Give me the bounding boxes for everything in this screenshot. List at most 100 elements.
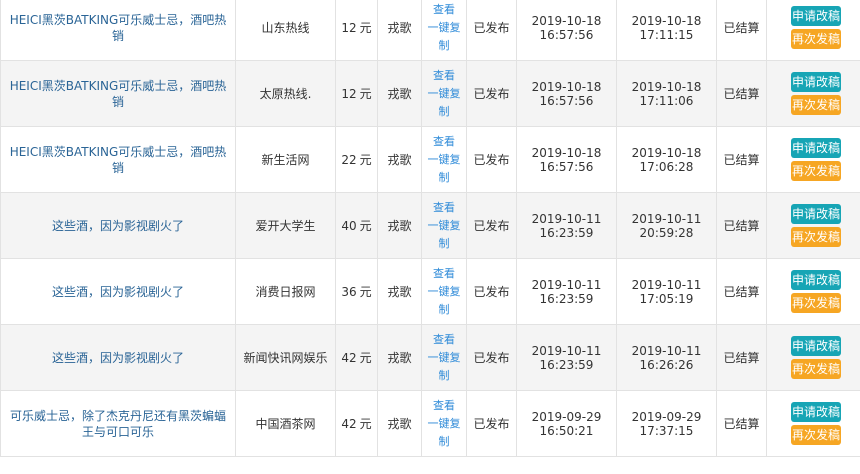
resend-button[interactable]: 再次发稿 [791,359,841,379]
action-cell: 申请改稿 再次发稿 [766,0,860,61]
link-cell: 查看 一键复制 [421,324,467,391]
settle-status: 已结算 [716,324,767,391]
orders-table: HEICI黑茨BATKING可乐威士忌，酒吧热销 山东热线 12 元戎歌 查看 一键复制已… [0,0,860,457]
request-edit-button[interactable]: 申请改稿 [791,270,841,290]
publish-date: 2019-10-18 [631,145,702,160]
copy-link-line3[interactable]: 制 [422,301,466,319]
media-name: 新生活网 [235,126,336,193]
submit-date: 2019-10-11 [531,277,602,292]
price-value: 22 [341,153,357,167]
table-row: 这些酒，因为影视剧火了 新闻快讯网娱乐 42 元戎歌 查看 一键复制已发布 2019-10-… [0,324,860,391]
submit-time-cell: 2019-10-18 16:57:56 [516,0,617,61]
copy-link-line2: 复 [449,20,461,34]
media-name: 中国酒茶网 [235,390,336,457]
publish-date: 2019-10-11 [631,343,702,358]
copy-link-line3[interactable]: 制 [422,367,466,385]
publish-time-cell: 2019-09-29 17:37:15 [616,390,717,457]
article-title-link[interactable]: 可乐威士忌，除了杰克丹尼还有黑茨蝙蝠王与可口可乐 [1,408,235,440]
copy-link-line3[interactable]: 制 [422,433,466,451]
resend-button[interactable]: 再次发稿 [791,161,841,181]
article-title-link[interactable]: 这些酒，因为影视剧火了 [1,350,235,366]
view-link[interactable]: 查看 [422,1,466,19]
price-cell: 12 元 [335,0,378,61]
status-text: 已发布 [466,258,517,325]
resend-button[interactable]: 再次发稿 [791,425,841,445]
copy-link[interactable]: 一键复 [422,349,466,367]
user-name: 戎歌 [377,126,422,193]
copy-link[interactable]: 一键复 [422,283,466,301]
resend-button[interactable]: 再次发稿 [791,95,841,115]
resend-button[interactable]: 再次发稿 [791,227,841,247]
article-title-link[interactable]: 这些酒，因为影视剧火了 [1,284,235,300]
price-value: 40 [341,219,357,233]
publish-time: 16:26:26 [639,357,694,372]
view-link[interactable]: 查看 [422,133,466,151]
resend-button[interactable]: 再次发稿 [791,29,841,49]
user-name: 戎歌 [377,192,422,259]
copy-link-line2: 复 [449,284,461,298]
status-text: 已发布 [466,390,517,457]
publish-time: 17:11:15 [639,27,694,42]
submit-time: 16:50:21 [539,423,594,438]
user-name: 戎歌 [377,324,422,391]
copy-link[interactable]: 一键复 [422,151,466,169]
view-link[interactable]: 查看 [422,397,466,415]
article-title-link[interactable]: HEICI黑茨BATKING可乐威士忌，酒吧热销 [1,12,235,44]
request-edit-button[interactable]: 申请改稿 [791,402,841,422]
publish-time: 17:37:15 [639,423,694,438]
publish-time: 17:11:06 [639,93,694,108]
publish-time-cell: 2019-10-18 17:11:06 [616,60,717,127]
submit-time-cell: 2019-10-18 16:57:56 [516,126,617,193]
copy-link-line1: 一键 [427,350,450,364]
action-cell: 申请改稿 再次发稿 [766,126,860,193]
link-cell: 查看 一键复制 [421,0,467,61]
action-cell: 申请改稿 再次发稿 [766,324,860,391]
status-text: 已发布 [466,0,517,61]
status-text: 已发布 [466,126,517,193]
request-edit-button[interactable]: 申请改稿 [791,336,841,356]
article-title-link[interactable]: HEICI黑茨BATKING可乐威士忌，酒吧热销 [1,144,235,176]
price-unit: 元 [359,219,372,233]
copy-link[interactable]: 一键复 [422,415,466,433]
request-edit-button[interactable]: 申请改稿 [791,204,841,224]
media-name: 山东热线 [235,0,336,61]
settle-status: 已结算 [716,390,767,457]
copy-link-line1: 一键 [427,416,450,430]
media-name: 爱开大学生 [235,192,336,259]
copy-link-line3[interactable]: 制 [422,103,466,121]
resend-button[interactable]: 再次发稿 [791,293,841,313]
price-unit: 元 [359,285,372,299]
submit-time: 16:23:59 [539,225,594,240]
copy-link[interactable]: 一键复 [422,217,466,235]
price-unit: 元 [359,87,372,101]
request-edit-button[interactable]: 申请改稿 [791,6,841,26]
submit-time-cell: 2019-10-11 16:23:59 [516,324,617,391]
submit-date: 2019-10-18 [531,13,602,28]
table-row: 这些酒，因为影视剧火了 消费日报网 36 元戎歌 查看 一键复制已发布 2019-10-11… [0,258,860,325]
view-link[interactable]: 查看 [422,199,466,217]
view-link[interactable]: 查看 [422,331,466,349]
article-title-link[interactable]: HEICI黑茨BATKING可乐威士忌，酒吧热销 [1,78,235,110]
request-edit-button[interactable]: 申请改稿 [791,138,841,158]
view-link[interactable]: 查看 [422,265,466,283]
price-unit: 元 [359,153,372,167]
link-cell: 查看 一键复制 [421,60,467,127]
submit-time: 16:57:56 [539,159,594,174]
status-text: 已发布 [466,324,517,391]
copy-link-line1: 一键 [427,152,450,166]
copy-link-line3[interactable]: 制 [422,235,466,253]
title-cell: 可乐威士忌，除了杰克丹尼还有黑茨蝙蝠王与可口可乐 [0,390,236,457]
copy-link[interactable]: 一键复 [422,85,466,103]
table-row: HEICI黑茨BATKING可乐威士忌，酒吧热销 太原热线. 12 元戎歌 查看 一键复制… [0,60,860,127]
price-value: 36 [341,285,357,299]
title-cell: 这些酒，因为影视剧火了 [0,192,236,259]
article-title-link[interactable]: 这些酒，因为影视剧火了 [1,218,235,234]
request-edit-button[interactable]: 申请改稿 [791,72,841,92]
publish-time: 17:06:28 [639,159,694,174]
view-link[interactable]: 查看 [422,67,466,85]
copy-link-line3[interactable]: 制 [422,169,466,187]
action-cell: 申请改稿 再次发稿 [766,60,860,127]
submit-date: 2019-10-18 [531,79,602,94]
copy-link[interactable]: 一键复 [422,19,466,37]
copy-link-line3[interactable]: 制 [422,37,466,55]
